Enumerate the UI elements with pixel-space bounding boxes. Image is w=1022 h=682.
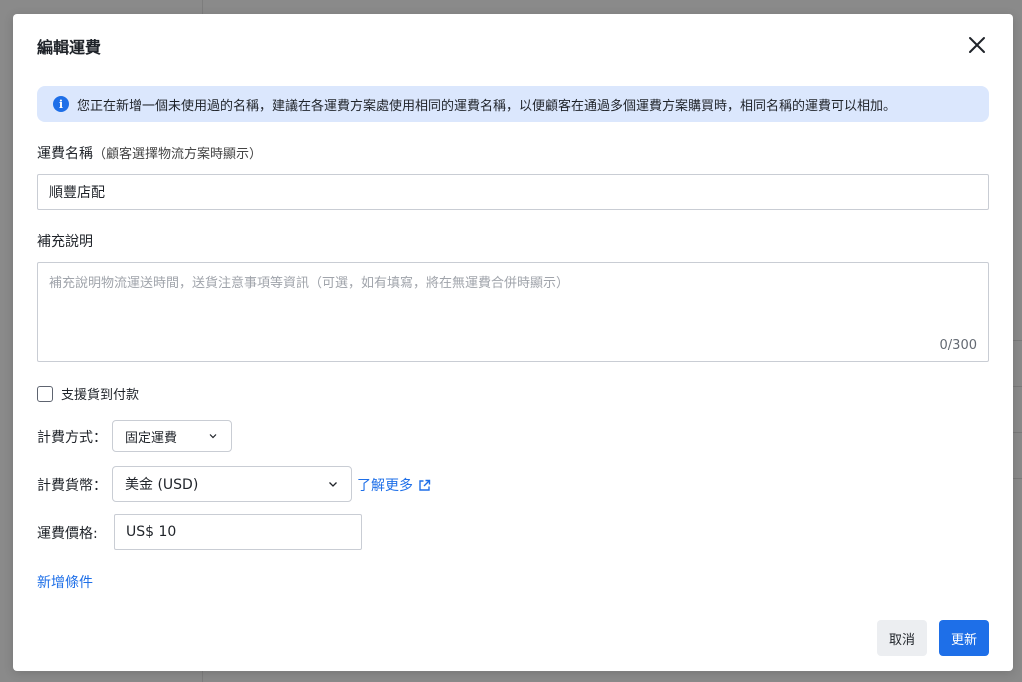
price-label: 運費價格: bbox=[37, 526, 98, 542]
cod-option[interactable]: 支援貨到付款 bbox=[37, 384, 139, 403]
billing-method-select[interactable]: 固定運費 bbox=[112, 420, 232, 452]
learn-more-link[interactable]: 了解更多 bbox=[357, 475, 431, 495]
chevron-down-icon bbox=[209, 434, 217, 439]
background-divider bbox=[1012, 386, 1022, 387]
currency-value: 美金 (USD) bbox=[125, 477, 199, 493]
currency-label: 計費貨幣： bbox=[37, 478, 107, 494]
add-condition-link[interactable]: 新增條件 bbox=[37, 572, 93, 592]
description-textarea[interactable]: 補充說明物流運送時間，送貨注意事項等資訊（可選，如有填寫，將在無運費合併時顯示）… bbox=[37, 262, 989, 362]
billing-method-label: 計費方式： bbox=[37, 430, 107, 446]
cancel-button[interactable]: 取消 bbox=[877, 620, 927, 656]
chevron-down-icon bbox=[329, 482, 337, 487]
shipping-name-hint: （顧客選擇物流方案時顯示） bbox=[93, 147, 263, 162]
shipping-name-label: 運費名稱（顧客選擇物流方案時顯示） bbox=[37, 143, 262, 163]
currency-select[interactable]: 美金 (USD) bbox=[112, 466, 352, 502]
shipping-name-value: 順豐店配 bbox=[49, 185, 105, 201]
modal-title: 編輯運費 bbox=[37, 38, 102, 57]
description-label: 補充說明 bbox=[37, 234, 93, 250]
info-notice-text: 您正在新增一個未使用過的名稱，建議在各運費方案處使用相同的運費名稱，以便顧客在通… bbox=[77, 98, 897, 114]
close-icon[interactable] bbox=[967, 35, 987, 55]
cod-checkbox[interactable] bbox=[37, 385, 53, 402]
price-value: US$ 10 bbox=[126, 524, 177, 540]
price-input[interactable]: US$ 10 bbox=[114, 514, 362, 550]
billing-method-value: 固定運費 bbox=[125, 430, 178, 446]
shipping-name-input[interactable]: 順豐店配 bbox=[37, 174, 989, 210]
description-placeholder: 補充說明物流運送時間，送貨注意事項等資訊（可選，如有填寫，將在無運費合併時顯示） bbox=[49, 276, 570, 291]
background-divider bbox=[1012, 432, 1022, 433]
background-divider bbox=[1012, 478, 1022, 479]
info-notice: i 您正在新增一個未使用過的名稱，建議在各運費方案處使用相同的運費名稱，以便顧客… bbox=[37, 86, 989, 122]
shipping-name-label-text: 運費名稱 bbox=[37, 146, 93, 162]
external-link-icon bbox=[419, 479, 431, 491]
background-divider bbox=[1012, 340, 1022, 341]
update-button[interactable]: 更新 bbox=[939, 620, 989, 656]
character-counter: 0/300 bbox=[939, 338, 977, 353]
learn-more-text: 了解更多 bbox=[357, 478, 413, 494]
edit-shipping-modal: 編輯運費 i 您正在新增一個未使用過的名稱，建議在各運費方案處使用相同的運費名稱… bbox=[13, 14, 1013, 671]
info-icon: i bbox=[53, 96, 69, 112]
cod-label: 支援貨到付款 bbox=[61, 388, 140, 403]
